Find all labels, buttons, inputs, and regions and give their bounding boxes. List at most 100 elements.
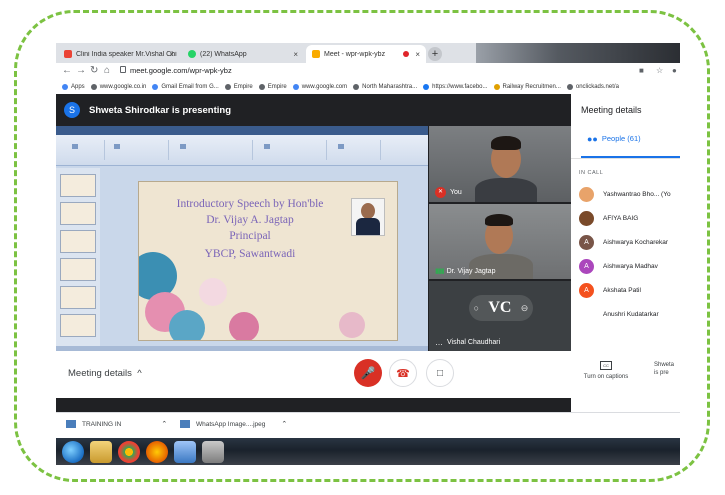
- audio-level-icon: ▮▮▮: [435, 268, 445, 275]
- bookmark-label: onclickads.net/a: [575, 84, 619, 90]
- lock-icon: [120, 66, 126, 73]
- participant-name: Anushri Kudatarkar: [603, 310, 659, 318]
- presenting-banner: S Shweta Shirodkar is presenting: [56, 94, 571, 126]
- star-icon[interactable]: ☆: [656, 66, 663, 75]
- slide-name-line: Dr. Vijay A. Jagtap: [206, 214, 294, 226]
- download-label: WhatsApp Image....jpeg: [196, 420, 266, 428]
- bookmark-item[interactable]: Empire: [224, 84, 253, 90]
- bookmark-item[interactable]: Empire: [258, 84, 287, 90]
- slide-thumbnail[interactable]: [60, 202, 96, 225]
- camera-icon[interactable]: ■: [639, 66, 644, 75]
- flower-decoration: [169, 310, 205, 340]
- divider: [571, 158, 680, 159]
- forward-icon[interactable]: →: [76, 65, 86, 77]
- start-button[interactable]: [62, 441, 84, 463]
- panel-title: Meeting details: [581, 105, 642, 115]
- vc-logo: VC: [488, 299, 512, 316]
- camera-button[interactable]: □: [426, 359, 454, 387]
- new-tab-button[interactable]: +: [428, 47, 442, 61]
- bookmark-label: www.google.com: [301, 84, 348, 90]
- bookmark-apps[interactable]: Apps: [62, 84, 85, 90]
- participant-row[interactable]: A Aishwarya Madhav: [579, 256, 658, 276]
- bookmark-item[interactable]: https://www.facebo...: [423, 84, 488, 90]
- participant-row[interactable]: A Aishwarya Kocharekar: [579, 232, 668, 252]
- bookmark-item[interactable]: www.google.co.in: [90, 84, 147, 90]
- download-item[interactable]: TRAINING IN ⌃: [66, 420, 167, 428]
- google-icon: [292, 84, 299, 90]
- presenter-avatar: S: [64, 102, 80, 118]
- bookmark-label: Gmail Email from G...: [161, 84, 219, 90]
- slide-thumbnail[interactable]: [60, 258, 96, 281]
- flower-decoration: [199, 278, 227, 306]
- participant-row[interactable]: AFIYA BAIG: [579, 208, 638, 228]
- people-tab[interactable]: ●● People (61): [581, 134, 680, 158]
- people-tab-label: People (61): [601, 134, 641, 143]
- video-tile-you[interactable]: ✕ You: [429, 126, 571, 202]
- tab-whatsapp[interactable]: (22) WhatsApp ×: [182, 45, 304, 63]
- close-icon[interactable]: ×: [415, 50, 420, 59]
- paste-icon: [72, 144, 78, 149]
- slide-thumbnail[interactable]: [60, 286, 96, 309]
- bookmark-item[interactable]: www.google.com: [292, 84, 348, 90]
- presenting-text: Shweta Shirodkar is presenting: [89, 104, 232, 116]
- participant-avatar: [579, 306, 594, 322]
- bookmark-label: Railway Recruitmen...: [502, 84, 561, 90]
- leave-call-button[interactable]: ☎: [389, 359, 417, 387]
- app-icon[interactable]: [174, 441, 196, 463]
- participant-row[interactable]: A Akshata Patil: [579, 280, 641, 300]
- participant-name: Yashwantrao Bho... (Yo: [603, 190, 671, 198]
- bookmark-item[interactable]: Railway Recruitmen...: [493, 84, 561, 90]
- address-bar-row: ← → ↻ ⌂ meet.google.com/wpr-wpk-ybz ■ ☆ …: [56, 63, 680, 80]
- tab-label: Clini India speaker Mr.Vishal Chi: [76, 50, 177, 58]
- bookmark-item[interactable]: North Maharashtra...: [353, 84, 417, 90]
- chevron-up-icon[interactable]: ⌃: [281, 420, 287, 428]
- windows-taskbar: [56, 438, 680, 465]
- download-item[interactable]: WhatsApp Image....jpeg ⌃: [180, 420, 287, 428]
- media-icon[interactable]: [202, 441, 224, 463]
- tab-gmail[interactable]: Clini India speaker Mr.Vishal Chi ×: [58, 45, 180, 63]
- mic-off-button[interactable]: 🎤: [354, 359, 382, 387]
- recording-icon: [403, 51, 409, 57]
- bookmark-label: Apps: [71, 84, 85, 90]
- camera-icon: □: [436, 367, 444, 379]
- file-icon: [66, 420, 76, 428]
- chevron-up-icon[interactable]: ⌃: [161, 420, 167, 428]
- tile-label: ✕ You: [435, 187, 462, 198]
- captions-button[interactable]: CC Turn on captions: [576, 361, 636, 380]
- video-tile-vishal[interactable]: ○ VC ⊖ … Vishal Chaudhari: [429, 281, 571, 351]
- slide-thumbnail[interactable]: [60, 230, 96, 253]
- bookmark-item[interactable]: onclickads.net/a: [566, 84, 619, 90]
- slide-thumbnail[interactable]: [60, 174, 96, 197]
- bookmark-item[interactable]: Gmail Email from G...: [152, 84, 219, 90]
- participant-row[interactable]: Yashwantrao Bho... (Yo: [579, 184, 671, 204]
- back-icon[interactable]: ←: [62, 65, 72, 77]
- video-tile-vijay[interactable]: ▮▮▮ Dr. Vijay Jagtap: [429, 204, 571, 279]
- more-icon[interactable]: ⊖: [521, 303, 529, 314]
- participant-avatar: A: [579, 234, 594, 250]
- bookmark-label: www.google.co.in: [99, 84, 147, 90]
- firefox-icon[interactable]: [146, 441, 168, 463]
- downloads-shelf: TRAINING IN ⌃ WhatsApp Image....jpeg ⌃: [56, 412, 680, 439]
- slide-role-line: Principal: [229, 230, 271, 242]
- window-background: [476, 43, 680, 63]
- meeting-details-button[interactable]: Meeting details ^: [68, 368, 142, 379]
- close-icon[interactable]: ×: [169, 50, 174, 59]
- chrome-icon[interactable]: [118, 441, 140, 463]
- pin-icon[interactable]: ○: [474, 303, 479, 313]
- close-icon[interactable]: ×: [293, 50, 298, 59]
- slide-thumbnail[interactable]: [60, 314, 96, 337]
- presenting-button[interactable]: Shweta is pre: [654, 361, 674, 377]
- profile-icon[interactable]: ●: [672, 66, 677, 75]
- home-icon[interactable]: ⌂: [104, 65, 110, 77]
- ribbon-group: [108, 140, 169, 160]
- participant-row[interactable]: Anushri Kudatarkar: [579, 304, 659, 324]
- more-options-icon[interactable]: …: [435, 338, 443, 347]
- download-label: TRAINING IN: [82, 420, 122, 428]
- file-explorer-icon[interactable]: [90, 441, 112, 463]
- captions-icon: CC: [600, 361, 612, 370]
- reload-icon[interactable]: ↻: [90, 65, 98, 77]
- url-field[interactable]: meet.google.com/wpr-wpk-ybz: [130, 66, 232, 75]
- slide-title-line: Introductory Speech by Hon'ble: [176, 198, 324, 210]
- tab-strip: Clini India speaker Mr.Vishal Chi × (22)…: [56, 43, 680, 63]
- presenting-label-line2: is pre: [654, 370, 669, 376]
